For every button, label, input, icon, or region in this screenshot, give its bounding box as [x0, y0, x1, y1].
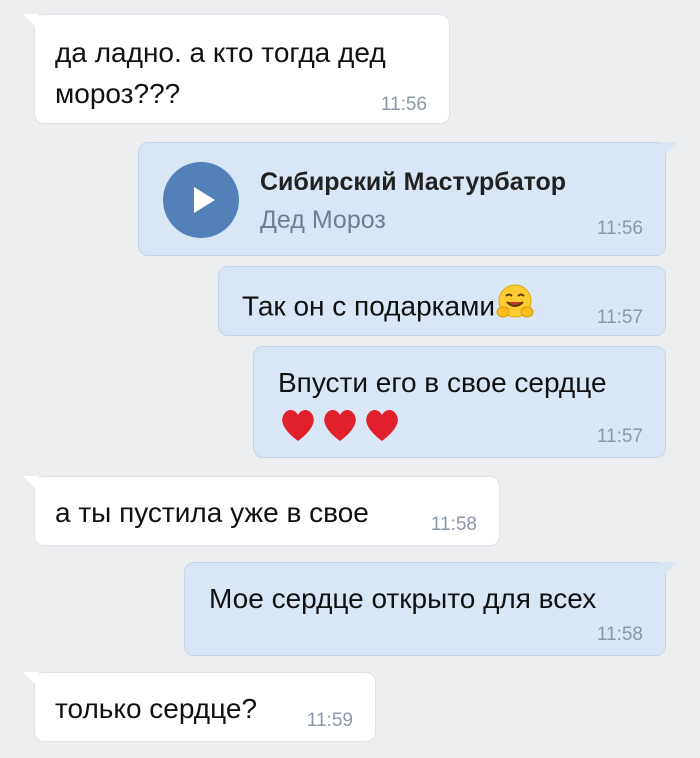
message-text: Впусти его в свое сердце: [278, 367, 607, 398]
message-text: Мое сердце открыто для всех: [209, 583, 597, 614]
message-outgoing[interactable]: Впусти его в свое сердце 11:57: [253, 346, 666, 458]
message-text: а ты пустила уже в свое: [55, 497, 369, 528]
message-text: Так он с подарками: [242, 283, 535, 333]
play-icon: [194, 187, 215, 213]
message-text-line: мороз???: [55, 78, 181, 109]
message-time: 11:56: [596, 218, 643, 239]
message-outgoing-audio[interactable]: Сибирский Мастурбатор Дед Мороз 11:56: [138, 142, 677, 256]
message-text-line: да ладно. а кто тогда дед: [55, 37, 386, 68]
message-text: только сердце?: [55, 693, 258, 724]
bubble-tail: [23, 476, 39, 492]
message-text-content: Так он с подарками: [242, 290, 495, 322]
message-incoming[interactable]: только сердце? 11:59: [23, 672, 376, 742]
message-incoming[interactable]: да ладно. а кто тогда дед мороз??? 11:56: [23, 14, 450, 124]
message-time: 11:59: [306, 710, 353, 731]
message-time: 11:57: [596, 426, 643, 447]
hearts-emoji-row: [278, 405, 402, 445]
bubble-tail: [661, 142, 677, 158]
bubble-tail: [661, 562, 677, 578]
track-artist[interactable]: Дед Мороз: [260, 206, 386, 235]
message-incoming[interactable]: а ты пустила уже в свое 11:58: [23, 476, 500, 546]
chat-message-list[interactable]: да ладно. а кто тогда дед мороз??? 11:56…: [0, 0, 700, 758]
message-outgoing[interactable]: Так он с подарками 11:57: [218, 266, 666, 336]
message-time: 11:58: [430, 514, 477, 535]
track-title: Сибирский Мастурбатор: [260, 168, 567, 196]
message-time: 11:58: [596, 624, 643, 645]
hugging-face-emoji: [495, 283, 535, 333]
bubble-tail: [23, 14, 39, 30]
message-time: 11:56: [380, 94, 427, 115]
bubble-tail: [23, 672, 39, 688]
play-button[interactable]: [163, 162, 239, 238]
red-heart-icon: [282, 409, 398, 441]
message-time: 11:57: [596, 307, 643, 328]
message-outgoing[interactable]: Мое сердце открыто для всех 11:58: [184, 562, 677, 656]
